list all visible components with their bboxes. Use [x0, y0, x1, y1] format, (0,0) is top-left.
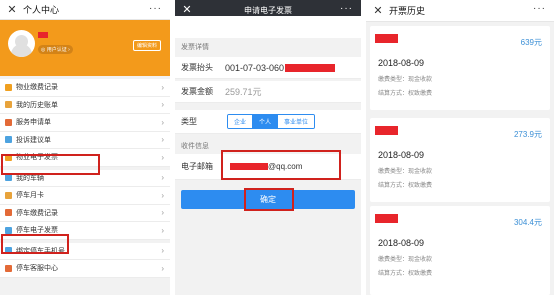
fee-type-text: 缴费类型：现金收款 [378, 77, 433, 83]
invoice-amount: 639元 [520, 38, 542, 47]
company-name-redacted [375, 214, 398, 223]
invoice-amount-value: 259.71元 [225, 87, 262, 97]
history-topbar: ✕ 开票历史 ··· [366, 0, 554, 22]
invoice-amount-row: 发票金额 259.71元 [175, 81, 361, 103]
more-icon[interactable]: ··· [149, 0, 162, 18]
highlight-box-confirm [244, 188, 294, 211]
page-title: 个人中心 [23, 5, 60, 15]
invoice-type-row: 类型 企业 个人 事业单位 [175, 110, 361, 134]
page-title: 申请电子发票 [244, 5, 292, 15]
menu-item[interactable]: 物业缴费记录 › [0, 79, 170, 97]
invoice-type-selector[interactable]: 企业 个人 事业单位 [227, 114, 316, 129]
invoice-history-card[interactable]: 639元 2018-08-09 缴费类型：现金收款 结算方式：权致缴费 [370, 26, 550, 110]
invoice-date: 2018-08-09 [378, 238, 425, 248]
parking-invoice-icon [5, 226, 12, 234]
settlement-text: 结算方式：权致缴费 [378, 271, 433, 277]
chevron-right-icon: › [161, 100, 164, 110]
car-icon [5, 174, 12, 182]
menu-item[interactable]: 投诉建议单 › [0, 131, 170, 149]
invoice-type-option[interactable]: 个人 [253, 115, 279, 128]
invoice-header-row[interactable]: 发票抬头 001-07-03-060 [175, 57, 361, 79]
profile-header: ◎ 用户认证 › 编辑资料 [0, 20, 170, 76]
chevron-right-icon: › [161, 173, 164, 183]
chevron-right-icon: › [161, 135, 164, 145]
invoice-amount-label: 发票金额 [181, 87, 213, 96]
chevron-right-icon: › [161, 208, 164, 218]
highlight-box-parking-invoice [1, 234, 69, 254]
invoice-history-card[interactable]: 304.4元 2018-08-09 缴费类型：现金收款 结算方式：权致缴费 [370, 206, 550, 295]
history-icon [5, 101, 12, 109]
settlement-text: 结算方式：权致缴费 [378, 183, 433, 189]
settlement-text: 结算方式：权致缴费 [378, 91, 433, 97]
menu-item-label: 物业缴费记录 [16, 84, 58, 92]
invoice-amount: 304.4元 [513, 218, 542, 227]
invoice-type-option[interactable]: 企业 [228, 115, 254, 128]
menu-item[interactable]: 我的历史账单 › [0, 96, 170, 114]
menu-item[interactable]: 停车客服中心 › [0, 260, 170, 278]
invoice-type-option[interactable]: 事业单位 [278, 115, 315, 128]
user-auth-badge[interactable]: ◎ 用户认证 › [38, 45, 73, 54]
invoice-apply-screen: ✕ 申请电子发票 ··· 发票详情 发票抬头 001-07-03-060 发票金… [175, 0, 361, 295]
support-icon [5, 264, 12, 272]
edit-profile-button[interactable]: 编辑资料 [132, 40, 161, 51]
chevron-right-icon: › [161, 225, 164, 235]
invoice-date: 2018-08-09 [378, 150, 425, 160]
company-name-redacted [375, 126, 398, 135]
invoice-history-card[interactable]: 273.9元 2018-08-09 缴费类型：现金收款 结算方式：权致缴费 [370, 118, 550, 202]
chevron-right-icon: › [161, 152, 164, 162]
email-label: 电子邮箱 [181, 162, 213, 171]
fee-type-text: 缴费类型：现金收款 [378, 257, 433, 263]
menu-item-label: 投诉建议单 [16, 136, 51, 144]
invoice-header-value[interactable]: 001-07-03-060 [225, 63, 284, 73]
feedback-icon [5, 136, 12, 144]
menu-item-label: 我的历史账单 [16, 101, 58, 109]
invoice-header-label: 发票抬头 [181, 63, 213, 72]
menu-item[interactable]: 停车缴费记录 › [0, 204, 170, 222]
service-icon [5, 118, 12, 126]
personal-center-screen: ✕ 个人中心 ··· ◎ 用户认证 › 编辑资料 物业缴费记录 › 我的历史账单 › 服… [0, 0, 170, 295]
chevron-right-icon: › [161, 190, 164, 200]
menu-item-label: 停车月卡 [16, 192, 44, 200]
invoice-date: 2018-08-09 [378, 58, 425, 68]
invoice-type-label: 类型 [181, 117, 197, 126]
receive-section-header: 收件信息 [181, 143, 209, 150]
chevron-right-icon: › [161, 246, 164, 256]
personal-center-topbar: ✕ 个人中心 ··· [0, 0, 170, 20]
menu-item-label: 服务申请单 [16, 119, 51, 127]
chevron-right-icon: › [161, 263, 164, 273]
menu-item[interactable]: 停车月卡 › [0, 187, 170, 205]
chevron-right-icon: › [161, 117, 164, 127]
invoice-amount: 273.9元 [513, 130, 542, 139]
menu-item[interactable]: 服务申请单 › [0, 114, 170, 132]
details-section-header: 发票详情 [181, 44, 209, 51]
parking-card-icon [5, 191, 12, 199]
menu-item-label: 停车缴费记录 [16, 209, 58, 217]
company-name-redacted [375, 34, 398, 43]
fee-type-text: 缴费类型：现金收款 [378, 169, 433, 175]
close-icon[interactable]: ✕ [372, 0, 384, 22]
highlight-box-email [221, 150, 341, 180]
parking-fee-icon [5, 209, 12, 217]
bill-icon [5, 83, 12, 91]
username-redacted [38, 32, 48, 38]
close-icon[interactable]: ✕ [6, 0, 18, 20]
avatar[interactable] [8, 30, 35, 57]
more-icon[interactable]: ··· [533, 0, 546, 18]
invoice-history-screen: ✕ 开票历史 ··· 639元 2018-08-09 缴费类型：现金收款 结算方式：权… [366, 0, 554, 295]
highlight-box-property-invoice [1, 154, 100, 175]
redaction-bar [285, 63, 336, 72]
menu-item-label: 停车客服中心 [16, 265, 58, 273]
page-title: 开票历史 [389, 6, 426, 16]
chevron-right-icon: › [161, 82, 164, 92]
